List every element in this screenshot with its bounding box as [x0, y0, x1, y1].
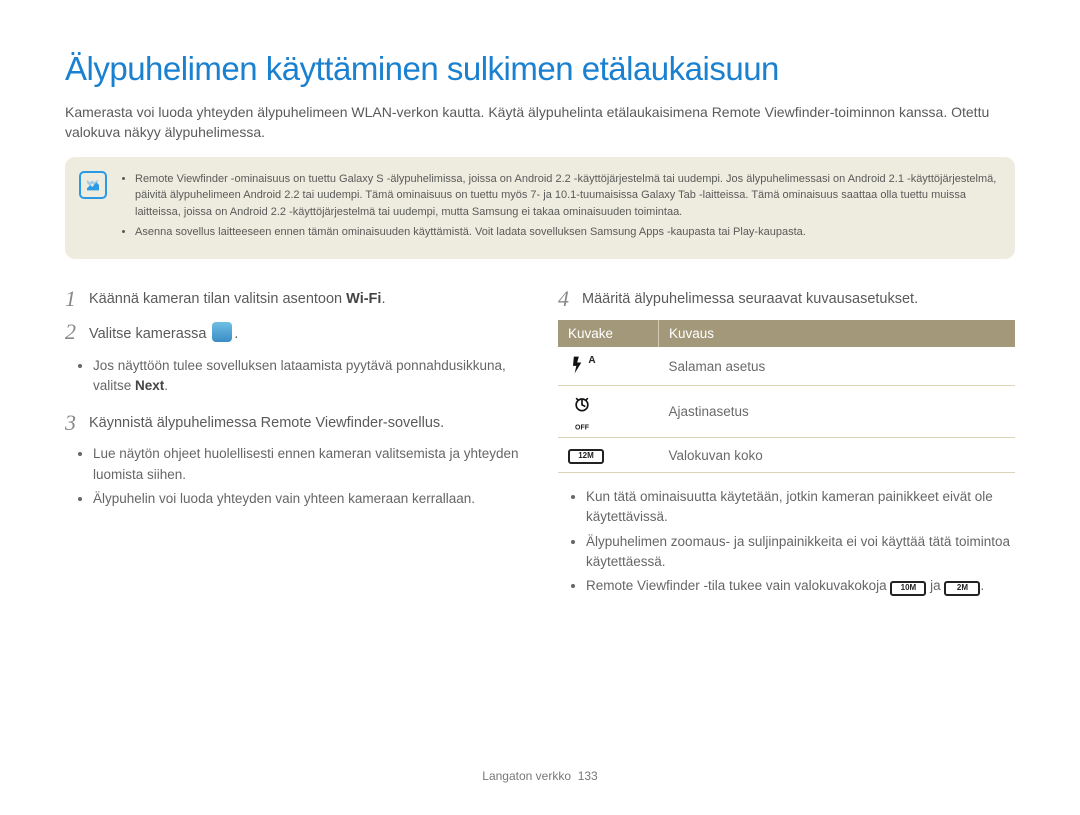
step-3: 3 Käynnistä älypuhelimessa Remote Viewfi… — [65, 411, 522, 435]
row-desc: Valokuvan koko — [659, 438, 1016, 473]
step-number: 4 — [558, 287, 574, 311]
note-box: Remote Viewfinder -ominaisuus on tuettu … — [65, 157, 1015, 259]
flash-icon: A — [568, 355, 596, 377]
photo-size-icon: 12M — [568, 449, 604, 464]
step-4: 4 Määritä älypuhelimessa seuraavat kuvau… — [558, 287, 1015, 311]
table-row: OFF Ajastinasetus — [558, 386, 1015, 438]
size-badge-2m: 2M — [944, 581, 980, 596]
footer: Langaton verkko 133 — [0, 769, 1080, 783]
settings-table: Kuvake Kuvaus A Salaman asetus OFF Ajast… — [558, 320, 1015, 473]
note-icon — [79, 171, 107, 199]
step3-bullets: Lue näytön ohjeet huolellisesti ennen ka… — [65, 444, 522, 509]
step4-bullet-3: Remote Viewfinder -tila tukee vain valok… — [586, 576, 1015, 596]
step4-bullet-2: Älypuhelimen zoomaus- ja suljinpainikkei… — [586, 532, 1015, 573]
step2-bullets: Jos näyttöön tulee sovelluksen lataamist… — [65, 356, 522, 397]
th-icon: Kuvake — [558, 320, 659, 347]
size-badge-10m: 10M — [890, 581, 926, 596]
step4-bullet-1: Kun tätä ominaisuutta käytetään, jotkin … — [586, 487, 1015, 528]
th-desc: Kuvaus — [659, 320, 1016, 347]
step-number: 2 — [65, 320, 81, 346]
remote-viewfinder-app-icon — [212, 322, 232, 342]
step-number: 1 — [65, 287, 81, 311]
wifi-label: Wi-Fi — [346, 291, 381, 307]
step3-text: Käynnistä älypuhelimessa Remote Viewfind… — [89, 411, 522, 435]
footer-section: Langaton verkko — [482, 769, 571, 783]
intro-text: Kamerasta voi luoda yhteyden älypuhelime… — [65, 102, 1015, 143]
note-item-2: Asenna sovellus laitteeseen ennen tämän … — [135, 224, 997, 241]
footer-page: 133 — [578, 769, 598, 783]
step-1: 1 Käännä kameran tilan valitsin asentoon… — [65, 287, 522, 311]
next-label: Next — [135, 378, 164, 393]
table-row: A Salaman asetus — [558, 347, 1015, 386]
row-desc: Salaman asetus — [659, 347, 1016, 386]
table-row: 12M Valokuvan koko — [558, 438, 1015, 473]
left-column: 1 Käännä kameran tilan valitsin asentoon… — [65, 287, 522, 611]
step2-post: . — [234, 326, 238, 342]
note-text: Remote Viewfinder -ominaisuus on tuettu … — [121, 171, 997, 245]
step1-pre: Käännä kameran tilan valitsin asentoon — [89, 291, 346, 307]
step4-text: Määritä älypuhelimessa seuraavat kuvausa… — [582, 287, 1015, 311]
step3-bullet-1: Lue näytön ohjeet huolellisesti ennen ka… — [93, 444, 522, 485]
page-title: Älypuhelimen käyttäminen sulkimen etälau… — [65, 50, 1015, 88]
step1-post: . — [381, 291, 385, 307]
timer-icon: OFF — [568, 394, 596, 416]
step4-bullets: Kun tätä ominaisuutta käytetään, jotkin … — [558, 487, 1015, 596]
step-2: 2 Valitse kamerassa . — [65, 320, 522, 346]
right-column: 4 Määritä älypuhelimessa seuraavat kuvau… — [558, 287, 1015, 611]
note-item-1: Remote Viewfinder -ominaisuus on tuettu … — [135, 171, 997, 221]
step3-bullet-2: Älypuhelin voi luoda yhteyden vain yhtee… — [93, 489, 522, 509]
step2-pre: Valitse kamerassa — [89, 326, 210, 342]
step2-bullet-1: Jos näyttöön tulee sovelluksen lataamist… — [93, 356, 522, 397]
step-number: 3 — [65, 411, 81, 435]
row-desc: Ajastinasetus — [659, 386, 1016, 438]
